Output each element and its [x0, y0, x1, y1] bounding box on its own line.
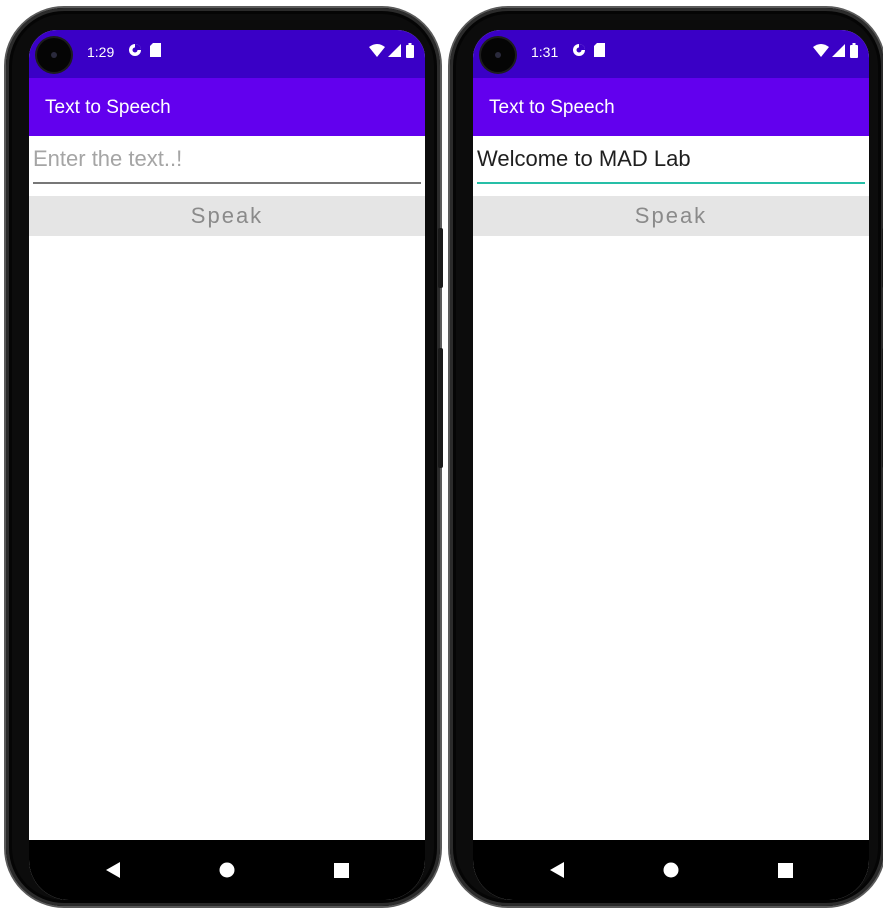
sd-card-icon [147, 42, 163, 58]
wifi-icon [813, 42, 829, 58]
speak-button[interactable]: Speak [473, 196, 869, 236]
speak-button[interactable]: Speak [29, 196, 425, 236]
front-camera-icon [481, 38, 515, 72]
back-icon[interactable] [99, 856, 127, 884]
recents-icon[interactable] [771, 856, 799, 884]
app-bar: Text to Speech [473, 78, 869, 136]
power-button [438, 348, 443, 468]
text-input-field[interactable]: Welcome to MAD Lab [477, 142, 865, 184]
back-icon[interactable] [543, 856, 571, 884]
battery-icon [402, 42, 418, 58]
signal-icon [830, 42, 846, 58]
wifi-icon [369, 42, 385, 58]
status-time: 1:29 [87, 44, 115, 60]
signal-icon [386, 42, 402, 58]
app-bar: Text to Speech [29, 78, 425, 136]
status-bar: 1:29 [29, 30, 425, 78]
volume-button [438, 228, 443, 288]
navigation-bar [29, 840, 425, 900]
app-title: Text to Speech [45, 97, 171, 118]
screen: 1:31 Text to Speech Welcome to MAD Lab S… [473, 30, 869, 900]
status-bar: 1:31 [473, 30, 869, 78]
screen: 1:29 Text to Speech Enter the text..! Sp… [29, 30, 425, 900]
front-camera-icon [37, 38, 71, 72]
home-icon[interactable] [657, 856, 685, 884]
recents-icon[interactable] [327, 856, 355, 884]
text-input-value: Welcome to MAD Lab [477, 146, 691, 171]
app-title: Text to Speech [489, 97, 615, 118]
battery-icon [846, 42, 862, 58]
phone-right: 1:31 Text to Speech Welcome to MAD Lab S… [450, 8, 883, 906]
home-icon[interactable] [213, 856, 241, 884]
sd-card-icon [591, 42, 607, 58]
text-input-placeholder: Enter the text..! [33, 146, 183, 171]
phone-left: 1:29 Text to Speech Enter the text..! Sp… [6, 8, 443, 906]
data-saver-icon [571, 42, 587, 58]
text-input-field[interactable]: Enter the text..! [33, 142, 421, 184]
navigation-bar [473, 840, 869, 900]
status-time: 1:31 [531, 44, 559, 60]
data-saver-icon [127, 42, 143, 58]
